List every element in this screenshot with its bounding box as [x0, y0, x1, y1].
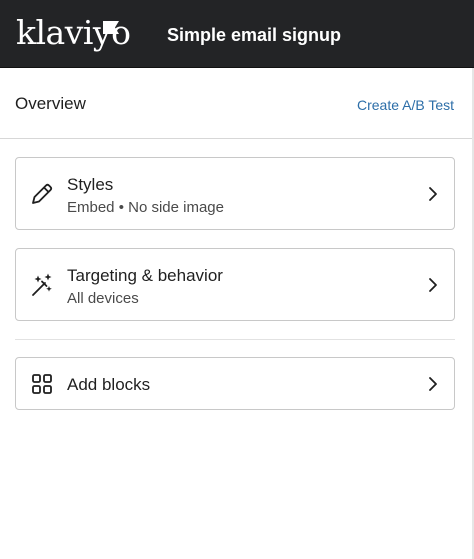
pencil-icon — [32, 183, 53, 204]
app-title: Simple email signup — [167, 25, 342, 45]
grid-icon — [32, 374, 52, 394]
overview-header: Overview Create A/B Test — [0, 68, 474, 139]
chevron-right-icon — [429, 187, 437, 201]
logo-flag-icon — [103, 21, 119, 34]
add-blocks-card-title: Add blocks — [67, 375, 151, 394]
chevron-right-icon — [429, 278, 437, 292]
chevron-right-icon — [429, 377, 437, 391]
targeting-card-title: Targeting & behavior — [67, 266, 223, 285]
add-blocks-card[interactable]: Add blocks — [15, 357, 455, 410]
create-ab-test-link[interactable]: Create A/B Test — [357, 96, 454, 114]
section-divider — [15, 339, 455, 340]
top-bar: klaviyo Simple email signup — [0, 0, 474, 68]
styles-card-title: Styles — [67, 175, 114, 194]
magic-wand-icon — [32, 273, 52, 296]
targeting-card[interactable]: Targeting & behavior All devices — [15, 248, 455, 321]
styles-card-subtitle: Embed • No side image — [67, 199, 224, 216]
overview-title: Overview — [15, 94, 86, 113]
targeting-card-subtitle: All devices — [67, 290, 139, 307]
styles-card[interactable]: Styles Embed • No side image — [15, 157, 455, 230]
